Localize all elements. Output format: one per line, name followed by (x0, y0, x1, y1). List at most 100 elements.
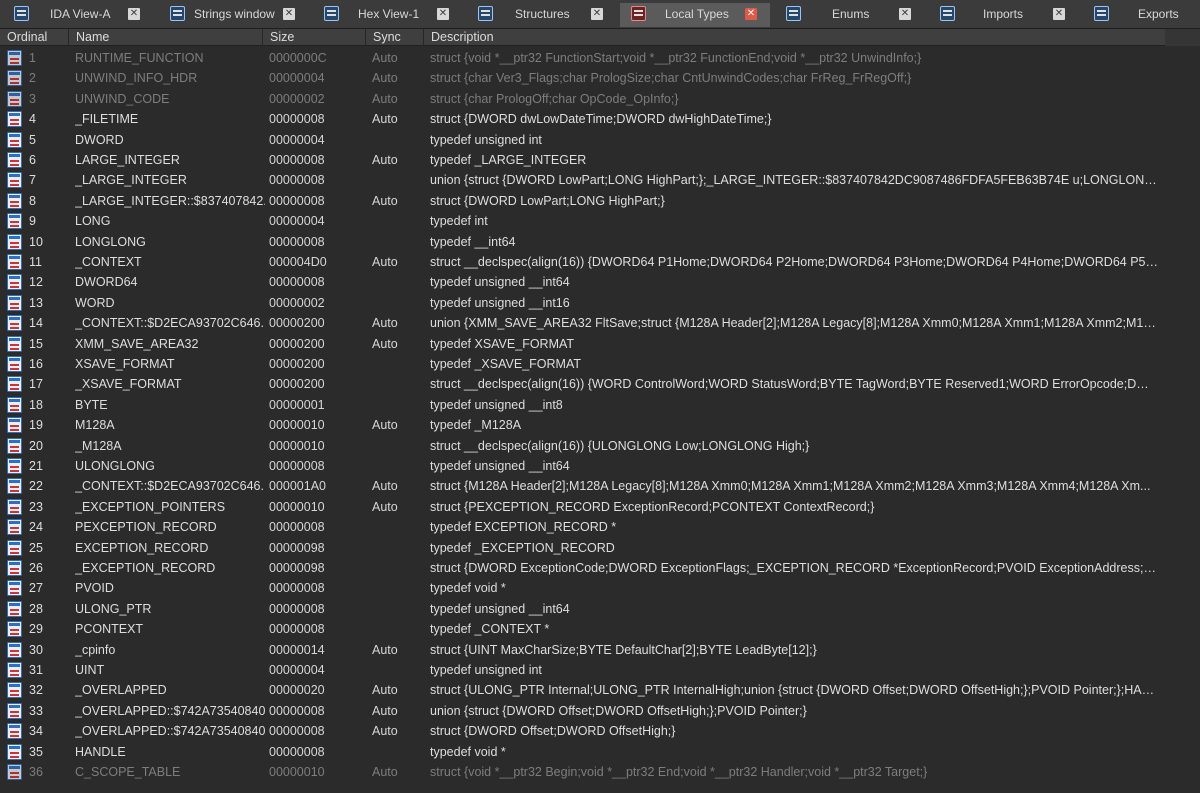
table-row[interactable]: 31 UINT 00000004 typedef unsigned int (0, 660, 1200, 680)
local-type-icon (7, 580, 22, 597)
table-row[interactable]: 2 UNWIND_INFO_HDR 00000004 Auto struct {char… (0, 68, 1200, 88)
table-row[interactable]: 19 M128A 00000010 Auto typedef _M128A (0, 415, 1200, 435)
tab-local-types[interactable]: Local Types ✕ (620, 3, 770, 27)
local-type-icon (7, 458, 22, 474)
table-row[interactable]: 10 LONGLONG 00000008 typedef __int64 (0, 232, 1200, 252)
close-icon[interactable]: ✕ (283, 8, 295, 20)
table-row[interactable]: 32 _OVERLAPPED 00000020 Auto struct {ULONG_P… (0, 680, 1200, 700)
disassembly-icon (14, 6, 29, 21)
tab-imports[interactable]: Imports ✕ (938, 3, 1078, 27)
size-cell: 00000008 (269, 275, 325, 290)
table-row[interactable]: 11 _CONTEXT 000004D0 Auto struct __declspec(… (0, 252, 1200, 272)
table-row[interactable]: 17 _XSAVE_FORMAT 00000200 struct __declspec… (0, 374, 1200, 394)
size-cell: 00000008 (269, 459, 325, 473)
local-type-icon (7, 662, 22, 678)
tab-ida-view-a[interactable]: IDA View-A ✕ (12, 3, 152, 27)
table-row[interactable]: 29 PCONTEXT 00000008 typedef _CONTEXT * (0, 619, 1200, 639)
column-header-description[interactable]: Description (424, 29, 1165, 46)
name-cell: HANDLE (75, 744, 126, 759)
table-row[interactable]: 27 PVOID 00000008 typedef void * (0, 578, 1200, 598)
table-row[interactable]: 28 ULONG_PTR 00000008 typedef unsigned __in… (0, 599, 1200, 619)
description-cell: typedef unsigned int (430, 663, 542, 677)
local-type-icon (7, 764, 22, 780)
ordinal-cell: 3 (29, 91, 36, 106)
size-cell: 00000004 (269, 214, 325, 229)
table-row[interactable]: 14 _CONTEXT::$D2ECA93702C646... 00000200 Au… (0, 313, 1200, 333)
name-cell: ULONGLONG (75, 459, 155, 473)
table-row[interactable]: 5 DWORD 00000004 typedef unsigned int (0, 130, 1200, 150)
table-row[interactable]: 20 _M128A 00000010 struct __declspec(align(… (0, 436, 1200, 456)
close-icon[interactable]: ✕ (899, 8, 911, 20)
description-cell: union {struct {DWORD LowPart;LONG HighPa… (430, 173, 1160, 188)
table-row[interactable]: 13 WORD 00000002 typedef unsigned __int16 (0, 293, 1200, 313)
name-cell: _LARGE_INTEGER (75, 173, 187, 188)
description-cell: union {struct {DWORD Offset;DWORD Offset… (430, 703, 807, 718)
name-cell: _cpinfo (75, 642, 116, 657)
table-row[interactable]: 24 PEXCEPTION_RECORD 00000008 typedef EXCEP… (0, 517, 1200, 537)
table-row[interactable]: 33 _OVERLAPPED::$742A73540840... 00000008 A… (0, 701, 1200, 721)
tab-exports[interactable]: Exports (1092, 3, 1200, 27)
ordinal-cell: 10 (29, 234, 43, 249)
column-header-name[interactable]: Name (69, 29, 263, 46)
table-row[interactable]: 18 BYTE 00000001 typedef unsigned __int8 (0, 395, 1200, 415)
ordinal-cell: 31 (29, 663, 43, 677)
tab-hex-view-1[interactable]: Hex View-1 ✕ (322, 3, 462, 27)
size-cell: 00000008 (269, 234, 325, 249)
table-row[interactable]: 4 _FILETIME 00000008 Auto struct {DWORD dwLo… (0, 109, 1200, 129)
close-icon[interactable]: ✕ (745, 8, 757, 20)
tab-structures[interactable]: Structures ✕ (476, 3, 616, 27)
column-header-sync[interactable]: Sync (366, 29, 424, 46)
table-row[interactable]: 36 C_SCOPE_TABLE 00000010 Auto struct {void … (0, 762, 1200, 782)
size-cell: 00000008 (269, 581, 325, 596)
column-header-size[interactable]: Size (263, 29, 366, 46)
description-cell: struct {DWORD LowPart;LONG HighPart;} (430, 193, 665, 208)
ordinal-cell: 25 (29, 540, 43, 555)
table-row[interactable]: 16 XSAVE_FORMAT 00000200 typedef _XSAVE_FOR… (0, 354, 1200, 374)
tab-label: Strings window (194, 7, 275, 21)
name-cell: _EXCEPTION_POINTERS (75, 499, 226, 514)
table-row[interactable]: 35 HANDLE 00000008 typedef void * (0, 742, 1200, 762)
close-icon[interactable]: ✕ (437, 8, 449, 20)
name-cell: DWORD64 (75, 275, 138, 290)
table-row[interactable]: 15 XMM_SAVE_AREA32 00000200 Auto typedef XSA… (0, 334, 1200, 354)
tab-enums[interactable]: Enums ✕ (784, 3, 924, 27)
close-icon[interactable]: ✕ (128, 8, 140, 20)
table-row[interactable]: 30 _cpinfo 00000014 Auto struct {UINT MaxCha… (0, 640, 1200, 660)
ordinal-cell: 24 (29, 520, 43, 535)
local-type-icon (7, 437, 22, 454)
table-row[interactable]: 8 _LARGE_INTEGER::$837407842... 00000008 Au… (0, 191, 1200, 211)
ordinal-cell: 17 (29, 377, 43, 392)
close-icon[interactable]: ✕ (591, 8, 603, 20)
column-header-ordinal[interactable]: Ordinal (0, 29, 69, 46)
table-row[interactable]: 6 LARGE_INTEGER 00000008 Auto typedef _LARGE… (0, 150, 1200, 170)
table-row[interactable]: 9 LONG 00000004 typedef int (0, 211, 1200, 231)
structures-icon (478, 6, 493, 21)
close-icon[interactable]: ✕ (1053, 8, 1065, 20)
description-cell: typedef unsigned __int64 (430, 601, 570, 616)
table-row[interactable]: 1 RUNTIME_FUNCTION 0000000C Auto struct {voi… (0, 48, 1200, 68)
size-cell: 00000098 (269, 561, 325, 575)
table-row[interactable]: 21 ULONGLONG 00000008 typedef unsigned __in… (0, 456, 1200, 476)
table-row[interactable]: 7 _LARGE_INTEGER 00000008 union {struct {DW… (0, 170, 1200, 190)
tab-strings-window[interactable]: Strings window ✕ (168, 3, 308, 27)
description-cell: typedef unsigned __int64 (430, 459, 570, 473)
size-cell: 00000004 (269, 71, 325, 86)
table-row[interactable]: 12 DWORD64 00000008 typedef unsigned __int6… (0, 272, 1200, 292)
local-type-icon (7, 396, 22, 413)
table-row[interactable]: 3 UNWIND_CODE 00000002 Auto struct {char Pro… (0, 89, 1200, 109)
table-row[interactable]: 34 _OVERLAPPED::$742A73540840... 00000008 A… (0, 721, 1200, 741)
size-cell: 00000200 (269, 316, 325, 331)
table-row[interactable]: 23 _EXCEPTION_POINTERS 00000010 Auto struct … (0, 497, 1200, 517)
description-cell: struct {char Ver3_Flags;char PrologSize;… (430, 71, 912, 86)
hex-icon (324, 6, 339, 21)
sync-cell: Auto (372, 479, 398, 494)
local-type-icon (7, 152, 22, 168)
table-row[interactable]: 22 _CONTEXT::$D2ECA93702C646... 000001A0 Au… (0, 476, 1200, 496)
table-row[interactable]: 26 _EXCEPTION_RECORD 00000098 struct {DWORD… (0, 558, 1200, 578)
table-row[interactable]: 25 EXCEPTION_RECORD 00000098 typedef _EXCEP… (0, 538, 1200, 558)
description-cell: typedef _M128A (430, 418, 522, 433)
name-cell: _CONTEXT::$D2ECA93702C646... (75, 479, 265, 494)
description-cell: typedef _LARGE_INTEGER (430, 153, 587, 167)
size-cell: 00000008 (269, 112, 325, 127)
local-type-icon (7, 254, 22, 270)
